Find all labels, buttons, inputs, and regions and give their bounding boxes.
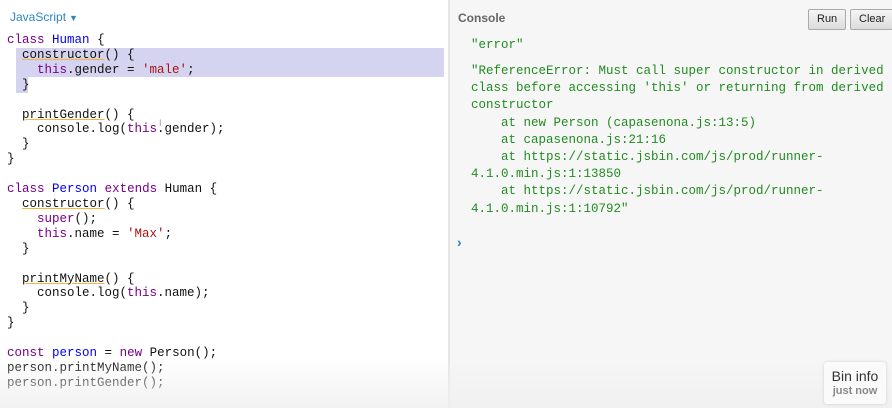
console-panel: Console Run Clear "error" "ReferenceErro… xyxy=(450,0,892,408)
console-title: Console xyxy=(458,11,506,25)
code-token: printMyName xyxy=(22,271,105,286)
code-token: () { xyxy=(104,196,135,211)
code-token: } xyxy=(22,241,30,256)
code-token: () { xyxy=(104,47,135,62)
bin-info-title: Bin info xyxy=(831,368,879,384)
code-token: = xyxy=(97,346,120,361)
code-token: super xyxy=(37,211,75,226)
console-output-line: "error" xyxy=(471,38,524,52)
code-token: (); xyxy=(74,211,98,226)
code-token: person.printMyName(); xyxy=(7,360,165,375)
code-token: } xyxy=(7,316,15,331)
code-editor-panel[interactable]: JavaScript ▼ I class Human { constructor(… xyxy=(0,0,448,408)
code-token: .gender = xyxy=(67,62,143,77)
console-error-output: "ReferenceError: Must call super constru… xyxy=(471,64,884,216)
code-content[interactable]: class Human { constructor() { this.gende… xyxy=(7,33,225,391)
code-token: this xyxy=(127,286,158,301)
bin-info-subtitle: just now xyxy=(832,385,878,397)
code-token: } xyxy=(22,301,30,316)
code-token: class xyxy=(7,33,45,47)
code-token: .gender); xyxy=(157,122,225,137)
bin-info-button[interactable]: Bin info just now xyxy=(824,362,886,404)
code-token: extends xyxy=(104,182,158,197)
chevron-down-icon: ▼ xyxy=(69,13,78,23)
code-token: console.log( xyxy=(37,122,128,137)
code-token: .name); xyxy=(157,286,210,301)
code-token: } xyxy=(7,152,15,167)
code-token: Human xyxy=(52,33,90,47)
language-label: JavaScript xyxy=(10,10,67,24)
code-token: this xyxy=(37,226,68,241)
code-token: constructor xyxy=(22,196,105,211)
code-token: person.printGender(); xyxy=(7,375,165,390)
code-token: 'male' xyxy=(142,62,188,77)
code-token: person xyxy=(52,346,98,361)
language-selector[interactable]: JavaScript ▼ xyxy=(10,10,78,24)
code-token: () { xyxy=(104,107,135,122)
code-token: printGender xyxy=(22,107,105,122)
code-token: () { xyxy=(104,271,135,286)
code-token: { xyxy=(97,33,105,47)
code-token: ; xyxy=(164,226,173,241)
clear-button[interactable]: Clear xyxy=(850,9,892,30)
code-token: const xyxy=(7,346,45,361)
code-token: class xyxy=(7,182,45,197)
code-token: { xyxy=(209,182,218,197)
code-token: Human xyxy=(164,182,203,197)
console-prompt-icon[interactable]: › xyxy=(457,234,462,250)
code-token: } xyxy=(22,137,30,152)
code-token: new xyxy=(119,346,143,361)
code-token: console.log( xyxy=(37,286,128,301)
code-token: this xyxy=(37,62,68,77)
code-token: } xyxy=(22,77,30,92)
run-button[interactable]: Run xyxy=(808,9,847,30)
code-token: ; xyxy=(187,62,195,77)
code-token: constructor xyxy=(22,47,105,62)
code-token: this xyxy=(127,122,158,137)
code-token: .name = xyxy=(67,226,128,241)
code-token: Person(); xyxy=(142,346,218,361)
code-token: 'Max' xyxy=(127,226,165,241)
code-token: Person xyxy=(52,182,98,197)
